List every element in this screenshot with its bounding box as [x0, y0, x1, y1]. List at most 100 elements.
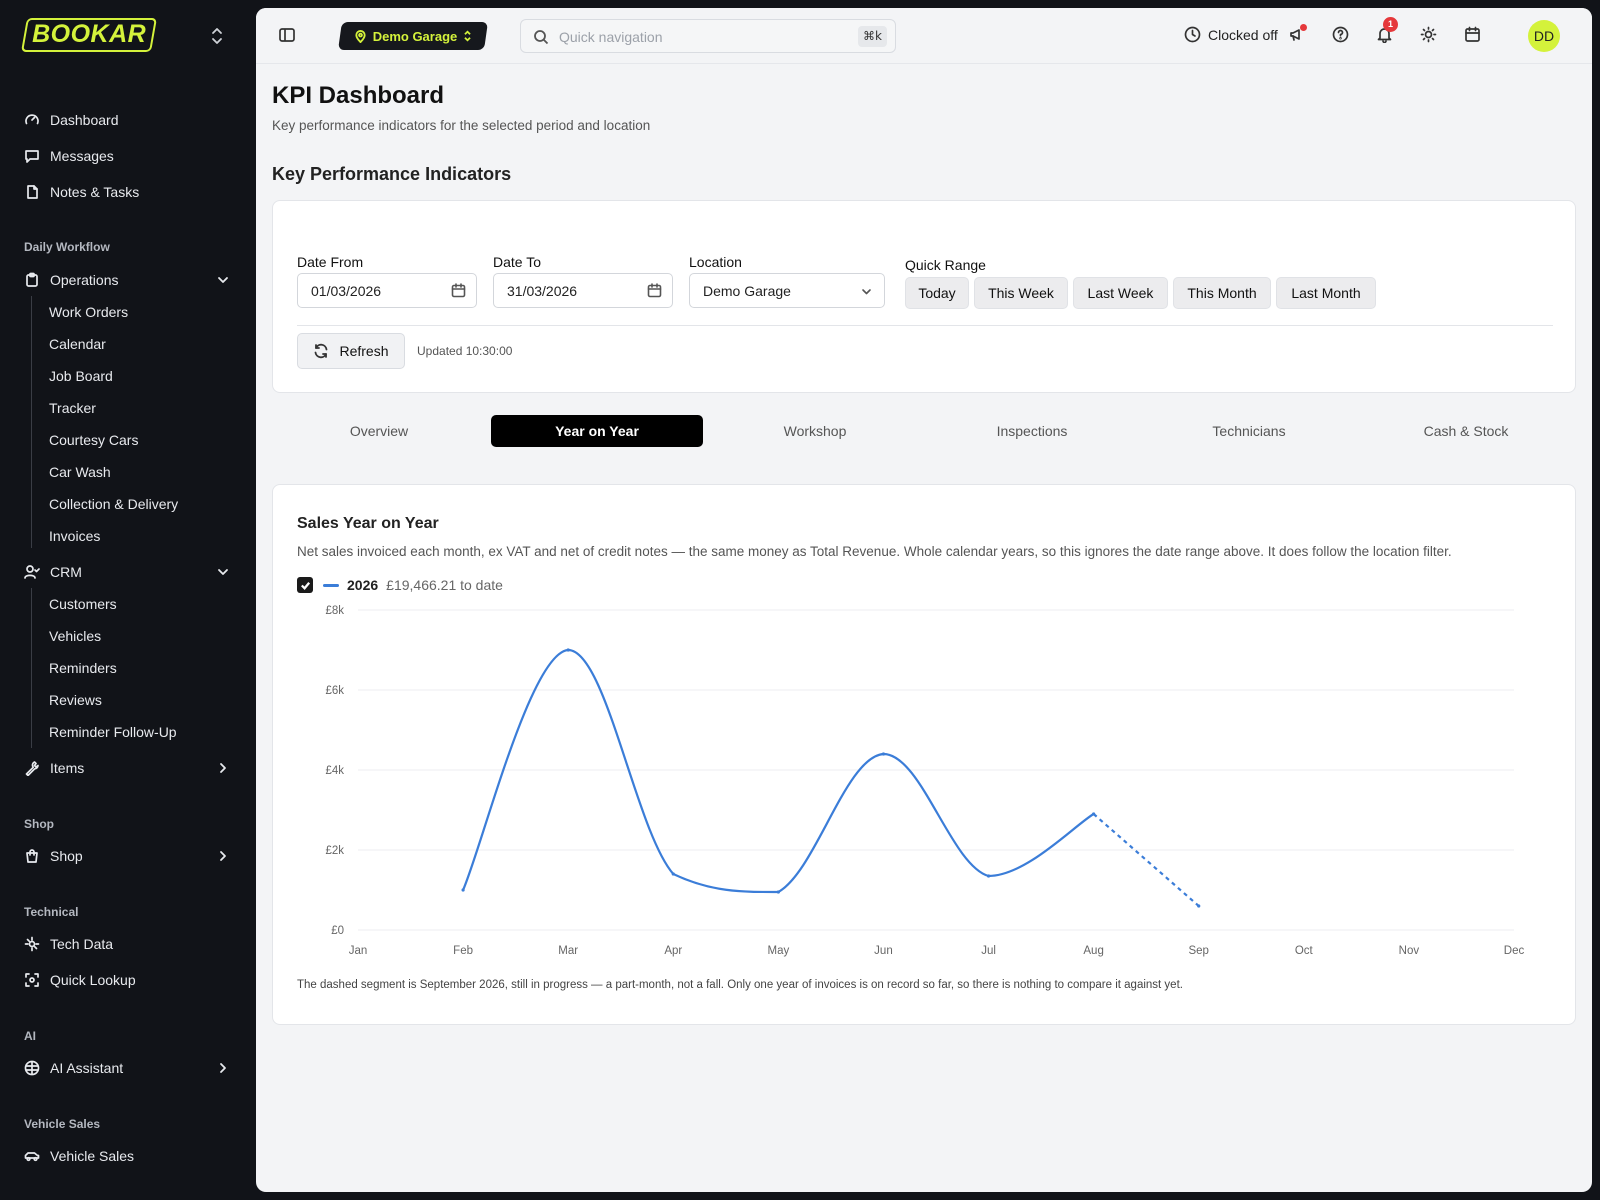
chevron-down-icon[interactable] [216, 565, 230, 579]
sales-line-chart: £0 £2k £4k £6k £8k Jan Feb Mar Apr May Jun Jul Aug Se… [325, 605, 1524, 957]
gauge-icon [24, 112, 40, 128]
chevron-down-icon [859, 284, 874, 299]
chevron-right-icon[interactable] [216, 1061, 230, 1075]
calendar-icon[interactable] [1464, 26, 1482, 44]
sidebar-item-reminder-follow-up[interactable]: Reminder Follow-Up [49, 722, 177, 742]
sidebar-item-work-orders[interactable]: Work Orders [49, 302, 128, 322]
section-technical: Technical [24, 905, 79, 919]
page-subtitle: Key performance indicators for the selec… [272, 118, 651, 133]
data-point [986, 874, 991, 878]
sidebar-item-invoices[interactable]: Invoices [49, 526, 100, 546]
tab-inspections[interactable]: Inspections [926, 415, 1138, 447]
search-input[interactable] [559, 26, 839, 48]
sidebar-item-dashboard[interactable]: Dashboard [24, 109, 119, 131]
chevron-down-icon[interactable] [216, 273, 230, 287]
sidebar-item-customers[interactable]: Customers [49, 594, 117, 614]
chevrons-up-down-icon[interactable] [210, 26, 224, 46]
refresh-button[interactable]: Refresh [297, 333, 405, 369]
date-to-label: Date To [493, 254, 541, 270]
quick-range-today-button[interactable]: Today [905, 277, 969, 309]
car-icon [24, 1148, 40, 1164]
sidebar-item-label: Items [50, 760, 85, 776]
top-bar: Demo Garage ⌘k Clocked off 1 DD [256, 8, 1592, 64]
x-tick-label: Jan [349, 945, 368, 957]
sidebar-item-courtesy-cars[interactable]: Courtesy Cars [49, 430, 138, 450]
quick-range-last-month-button[interactable]: Last Month [1276, 277, 1376, 309]
bell-icon[interactable]: 1 [1376, 17, 1398, 44]
sidebar-item-vehicle-sales[interactable]: Vehicle Sales [24, 1145, 134, 1167]
tab-workshop[interactable]: Workshop [709, 415, 921, 447]
calendar-icon[interactable] [451, 283, 466, 298]
sidebar-item-tech-data[interactable]: Tech Data [24, 933, 113, 955]
refresh-label: Refresh [339, 343, 389, 359]
series-line-2026 [461, 648, 1095, 894]
sidebar-item-shop[interactable]: Shop [24, 845, 83, 867]
sidebar-item-collection-delivery[interactable]: Collection & Delivery [49, 494, 178, 514]
user-check-icon [24, 564, 40, 580]
garage-selector[interactable]: Demo Garage [340, 22, 486, 50]
x-tick-label: Jul [981, 945, 996, 957]
sidebar-item-vehicles[interactable]: Vehicles [49, 626, 101, 646]
y-tick-label: £8k [325, 605, 344, 617]
brand-row: BOOKAR [21, 18, 234, 54]
quick-range-this-week-button[interactable]: This Week [974, 277, 1068, 309]
tab-cash-stock[interactable]: Cash & Stock [1360, 415, 1572, 447]
section-vehicle-sales: Vehicle Sales [24, 1117, 101, 1131]
sidebar-item-label: Quick Lookup [50, 972, 136, 988]
y-tick-label: £6k [325, 685, 344, 697]
message-square-icon [24, 148, 40, 164]
location-label: Location [689, 254, 742, 270]
sidebar-item-ai-assistant[interactable]: AI Assistant [24, 1057, 123, 1079]
brand-logo[interactable]: BOOKAR [21, 18, 157, 52]
help-circle-icon[interactable] [1332, 26, 1350, 44]
sidebar-toggle-icon[interactable] [278, 26, 296, 44]
tab-overview[interactable]: Overview [273, 415, 485, 447]
sidebar-item-quick-lookup[interactable]: Quick Lookup [24, 969, 136, 991]
y-tick-label: £4k [325, 765, 344, 777]
submenu-guide [31, 588, 32, 748]
x-tick-label: Apr [664, 945, 682, 957]
quick-range-this-month-button[interactable]: This Month [1173, 277, 1271, 309]
data-point [881, 752, 886, 756]
sidebar-item-reminders[interactable]: Reminders [49, 658, 117, 678]
megaphone-icon[interactable] [1288, 24, 1307, 44]
avatar[interactable]: DD [1528, 20, 1560, 52]
clock-status[interactable]: Clocked off [1184, 26, 1278, 43]
sidebar-item-label: Shop [50, 848, 83, 864]
sun-icon[interactable] [1420, 26, 1438, 44]
sidebar-item-operations[interactable]: Operations [24, 269, 118, 291]
tab-technicians[interactable]: Technicians [1143, 415, 1355, 447]
date-to-field[interactable]: 31/03/2026 [493, 273, 673, 308]
submenu-guide [31, 296, 32, 548]
date-from-field[interactable]: 01/03/2026 [297, 273, 477, 308]
chevron-right-icon[interactable] [216, 849, 230, 863]
sidebar-item-tracker[interactable]: Tracker [49, 398, 96, 418]
quick-range-label: Quick Range [905, 257, 986, 273]
section-shop: Shop [24, 817, 54, 831]
sidebar-item-label: Operations [50, 272, 119, 288]
quick-navigation-search[interactable]: ⌘k [520, 19, 896, 53]
sales-yoy-card: Sales Year on Year Net sales invoiced ea… [272, 484, 1576, 1025]
tab-year-on-year[interactable]: Year on Year [491, 415, 703, 447]
chevron-right-icon[interactable] [216, 761, 230, 775]
chevrons-up-down-icon [463, 30, 472, 42]
date-from-value: 01/03/2026 [311, 283, 382, 299]
sidebar-item-crm[interactable]: CRM [24, 561, 82, 583]
sidebar-item-messages[interactable]: Messages [24, 145, 114, 167]
x-tick-label: Oct [1295, 945, 1314, 957]
sidebar-item-reviews[interactable]: Reviews [49, 690, 102, 710]
quick-range-last-week-button[interactable]: Last Week [1073, 277, 1168, 309]
sidebar-item-car-wash[interactable]: Car Wash [49, 462, 111, 482]
sidebar-item-job-board[interactable]: Job Board [49, 366, 113, 386]
sidebar-item-label: CRM [50, 564, 82, 580]
location-value: Demo Garage [703, 283, 791, 299]
sidebar-item-notes-tasks[interactable]: Notes & Tasks [24, 181, 139, 203]
sidebar-item-items[interactable]: Items [24, 757, 84, 779]
sidebar-item-label: Messages [50, 148, 114, 164]
calendar-icon[interactable] [647, 283, 662, 298]
location-select[interactable]: Demo Garage [689, 273, 885, 308]
garage-name: Demo Garage [372, 28, 458, 44]
date-to-value: 31/03/2026 [507, 283, 578, 299]
sidebar-item-calendar[interactable]: Calendar [49, 334, 106, 354]
data-point [566, 648, 570, 652]
